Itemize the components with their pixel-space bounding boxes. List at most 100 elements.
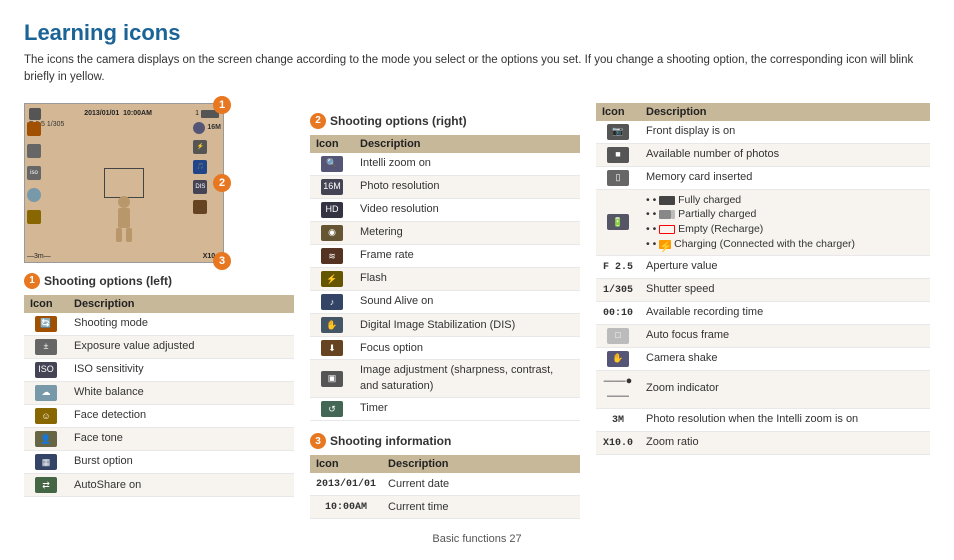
table-row: 3MPhoto resolution when the Intelli zoom… — [596, 408, 930, 431]
icon-cell: ✋ — [310, 314, 354, 337]
desc-cell: AutoShare on — [68, 474, 294, 497]
desc-cell: Current time — [382, 496, 580, 519]
zoom-ratio-icon: X10.0 — [603, 438, 633, 449]
icon-cell: HD — [310, 198, 354, 221]
section2-title: Shooting options (right) — [330, 114, 467, 128]
cam-icon-3: iso — [27, 166, 41, 180]
icon-cell: 🔋 — [596, 189, 640, 255]
desc-cell: Front display is on — [640, 121, 930, 144]
table-row: 1/305Shutter speed — [596, 278, 930, 301]
icon-cell: 3M — [596, 408, 640, 431]
desc-cell: Frame rate — [354, 244, 580, 267]
camera-date: 2013/01/01 10:00AM — [84, 110, 152, 117]
camera-shake-icon: ✋ — [607, 351, 629, 367]
framerate-icon: ≋ — [321, 248, 343, 264]
table-row: 16MPhoto resolution — [310, 175, 580, 198]
icon-cell: 00:10 — [596, 301, 640, 324]
section2-th-desc: Description — [354, 135, 580, 153]
icon-cell: 🔍 — [310, 153, 354, 176]
main-layout: 2013/01/01 10:00AM 1 F 2.5 1/305 iso — [24, 103, 930, 520]
icon-cell: ☁ — [24, 381, 68, 404]
icon-cell: ISO — [24, 358, 68, 381]
icon-cell: ◉ — [310, 221, 354, 244]
desc-cell: • Fully charged • Partially charged • Em… — [640, 189, 930, 255]
section3-num: 3 — [310, 433, 326, 449]
camera-bottom-bar: —3m— X10.0 — [27, 253, 221, 260]
section1-title: Shooting options (left) — [44, 274, 172, 288]
table-row: ▯Memory card inserted — [596, 166, 930, 189]
icon-cell: ✋ — [596, 347, 640, 370]
section1-th-icon: Icon — [24, 295, 68, 313]
icon-cell: ≋ — [310, 244, 354, 267]
table-row: HDVideo resolution — [310, 198, 580, 221]
desc-cell: ISO sensitivity — [68, 358, 294, 381]
table-row: 🔍Intelli zoom on — [310, 153, 580, 176]
camera-left-icons: iso — [27, 122, 41, 224]
table-row: 2013/01/01Current date — [310, 473, 580, 496]
section3: 3 Shooting information Icon Description … — [310, 433, 580, 519]
badge-2: 2 — [213, 174, 231, 192]
cam-icon-1 — [27, 122, 41, 136]
icon-cell: X10.0 — [596, 431, 640, 454]
table-row: 10:00AMCurrent time — [310, 496, 580, 519]
section1-th-desc: Description — [68, 295, 294, 313]
icon-cell: 2013/01/01 — [310, 473, 382, 496]
right-table: Icon Description 📷Front display is on■Av… — [596, 103, 930, 455]
desc-cell: Sound Alive on — [354, 291, 580, 314]
desc-cell: Face tone — [68, 427, 294, 450]
white-balance-icon: ☁ — [35, 385, 57, 401]
section1-table: Icon Description 🔄Shooting mode±Exposure… — [24, 295, 294, 498]
icon-cell: ——●—— — [596, 370, 640, 408]
desc-cell: Auto focus frame — [640, 324, 930, 347]
table-row: ◉Metering — [310, 221, 580, 244]
battery-icon: 🔋 — [607, 214, 629, 230]
table-row: ✋Digital Image Stabilization (DIS) — [310, 314, 580, 337]
battery-full: • Fully charged — [646, 193, 924, 208]
table-row: ✋ Camera shake — [596, 347, 930, 370]
icon-cell: 1/305 — [596, 278, 640, 301]
photo-count-icon: ■ — [607, 147, 629, 163]
desc-cell: Focus option — [354, 337, 580, 360]
battery-partial: • Partially charged — [646, 207, 924, 222]
desc-cell: Shooting mode — [68, 313, 294, 336]
icon-cell: 📷 — [596, 121, 640, 144]
right-section: Icon Description 📷Front display is on■Av… — [596, 103, 930, 455]
table-row: 🔄Shooting mode — [24, 313, 294, 336]
page-title: Learning icons — [24, 20, 930, 46]
section3-table: Icon Description 2013/01/01Current date1… — [310, 455, 580, 519]
table-row: ≋ Frame rate — [310, 244, 580, 267]
table-row: ▣Image adjustment (sharpness, contrast, … — [310, 360, 580, 398]
cam-steps: —3m— — [27, 253, 51, 260]
section3-header: 3 Shooting information — [310, 433, 580, 449]
exposure-icon: ± — [35, 339, 57, 355]
burst-icon: ▦ — [35, 454, 57, 470]
desc-cell: Timer — [354, 398, 580, 421]
table-row: ☺Face detection — [24, 404, 294, 427]
camera-exposure: F 2.5 1/305 — [29, 121, 219, 128]
table-row: ↺Timer — [310, 398, 580, 421]
section1-num: 1 — [24, 273, 40, 289]
camera-right-icons: 16M ⚡ 🎵 DIS — [193, 122, 221, 214]
cam-icon-r2: ⚡ — [193, 140, 207, 154]
zoom-area: 16M — [193, 122, 221, 134]
icon-cell: ↺ — [310, 398, 354, 421]
icon-cell: ▣ — [310, 360, 354, 398]
shutter-icon: 1/305 — [603, 285, 633, 296]
cam-icon-2 — [27, 144, 41, 158]
table-row: ——●——Zoom indicator — [596, 370, 930, 408]
icon-cell: 👤 — [24, 427, 68, 450]
cam-icon-4 — [27, 188, 41, 202]
autofocus-icon: □ — [607, 328, 629, 344]
icon-cell: 🔄 — [24, 313, 68, 336]
cam-icon-r1 — [193, 122, 205, 134]
desc-cell: Camera shake — [640, 347, 930, 370]
desc-cell: Memory card inserted — [640, 166, 930, 189]
camera-preview-wrapper: 2013/01/01 10:00AM 1 F 2.5 1/305 iso — [24, 103, 234, 263]
table-row: X10.0Zoom ratio — [596, 431, 930, 454]
section3-th-desc: Description — [382, 455, 580, 473]
section1: 1 Shooting options (left) Icon Descripti… — [24, 273, 294, 498]
table-row: ▦Burst option — [24, 451, 294, 474]
desc-cell: Face detection — [68, 404, 294, 427]
table-row: ♪Sound Alive on — [310, 291, 580, 314]
cam-icon-r5 — [193, 200, 207, 214]
